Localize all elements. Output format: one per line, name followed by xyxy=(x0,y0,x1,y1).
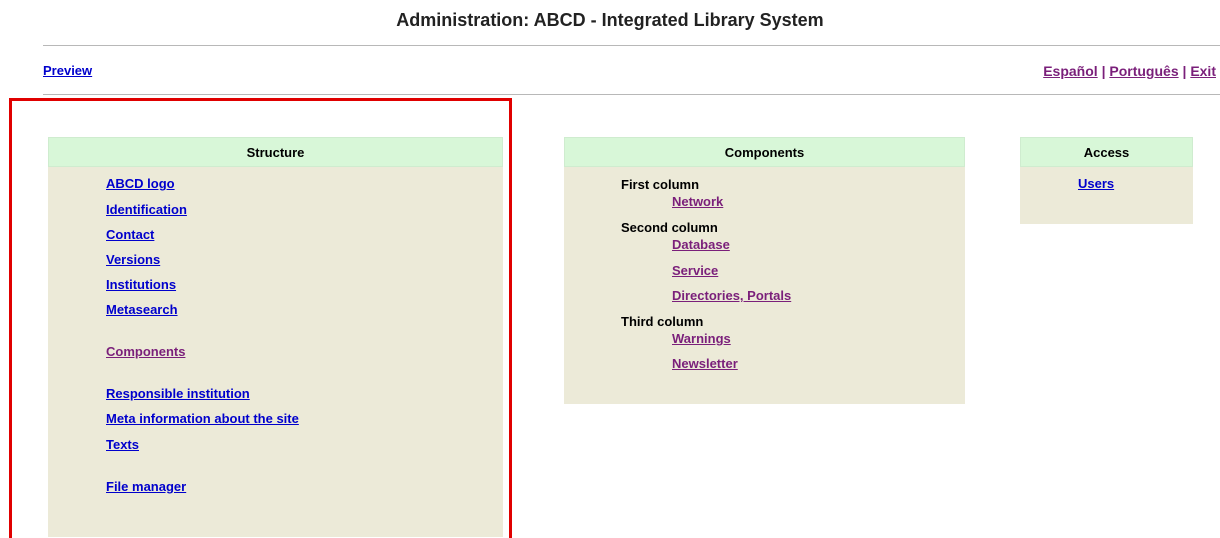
language-bar: Español | Português | Exit xyxy=(1043,63,1216,79)
service-link[interactable]: Service xyxy=(672,263,718,278)
identification-link[interactable]: Identification xyxy=(106,202,187,217)
preview-link[interactable]: Preview xyxy=(43,63,92,78)
database-link[interactable]: Database xyxy=(672,237,730,252)
top-divider xyxy=(43,45,1220,46)
components-panel: Components First column Network Second c… xyxy=(564,137,965,404)
structure-panel-title: Structure xyxy=(48,137,503,167)
language-espanol-link[interactable]: Español xyxy=(1043,63,1097,79)
second-column-label: Second column xyxy=(621,220,718,235)
responsible-institution-link[interactable]: Responsible institution xyxy=(106,386,250,401)
third-column-label: Third column xyxy=(621,314,704,329)
metasearch-link[interactable]: Metasearch xyxy=(106,302,178,317)
newsletter-link[interactable]: Newsletter xyxy=(672,356,738,371)
exit-link[interactable]: Exit xyxy=(1190,63,1216,79)
first-column-label: First column xyxy=(621,177,700,192)
language-portugues-link[interactable]: Português xyxy=(1109,63,1178,79)
separator: | xyxy=(1182,63,1187,79)
components-link[interactable]: Components xyxy=(106,344,185,359)
meta-information-link[interactable]: Meta information about the site xyxy=(106,411,299,426)
structure-panel: Structure ABCD logo Identification Conta… xyxy=(48,137,503,537)
access-panel-title: Access xyxy=(1020,137,1193,167)
network-link[interactable]: Network xyxy=(672,194,723,209)
page-title: Administration: ABCD - Integrated Librar… xyxy=(396,10,824,30)
users-link[interactable]: Users xyxy=(1078,176,1114,191)
directories-portals-link[interactable]: Directories, Portals xyxy=(672,288,791,303)
access-panel: Access Users xyxy=(1020,137,1193,224)
file-manager-link[interactable]: File manager xyxy=(106,479,186,494)
separator: | xyxy=(1101,63,1106,79)
warnings-link[interactable]: Warnings xyxy=(672,331,731,346)
nav-divider xyxy=(43,94,1220,95)
components-panel-title: Components xyxy=(564,137,965,167)
versions-link[interactable]: Versions xyxy=(106,252,160,267)
abcd-logo-link[interactable]: ABCD logo xyxy=(106,176,175,191)
contact-link[interactable]: Contact xyxy=(106,227,154,242)
institutions-link[interactable]: Institutions xyxy=(106,277,176,292)
texts-link[interactable]: Texts xyxy=(106,437,139,452)
